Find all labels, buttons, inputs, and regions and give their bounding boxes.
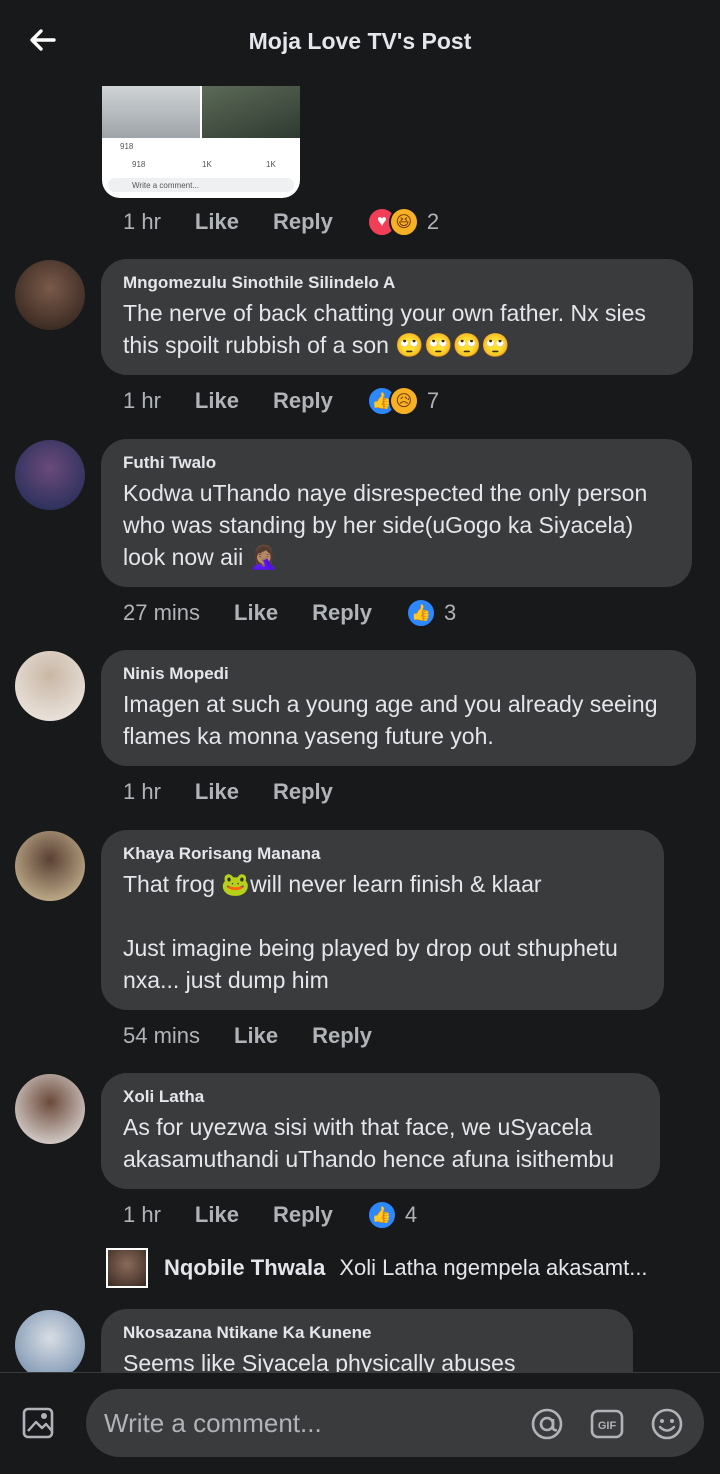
comment-actions: 1 hr Like Reply 👍 😥 7 xyxy=(123,385,439,417)
like-button[interactable]: Like xyxy=(195,209,239,235)
comment-time: 1 hr xyxy=(123,388,161,413)
svg-text:GIF: GIF xyxy=(598,1420,617,1432)
like-reaction-icon: 👍 xyxy=(406,598,436,628)
comment-text: Seems like Siyacela physically abuses xyxy=(123,1350,516,1372)
comment-actions: 27 mins Like Reply 👍 3 xyxy=(123,597,456,629)
gif-icon[interactable]: GIF xyxy=(590,1407,624,1441)
comment-actions: 1 hr Like Reply 👍 4 xyxy=(123,1199,417,1231)
reply-button[interactable]: Reply xyxy=(312,600,372,626)
avatar[interactable] xyxy=(15,1310,85,1372)
avatar[interactable] xyxy=(15,260,85,330)
attachment-photo-left xyxy=(102,86,200,138)
like-button[interactable]: Like xyxy=(195,1202,239,1228)
comment-time: 1 hr xyxy=(123,779,161,804)
reply-preview[interactable]: Nqobile Thwala Xoli Latha ngempela akasa… xyxy=(106,1248,648,1288)
reaction-count: 3 xyxy=(444,600,457,625)
comments-feed[interactable]: 918 918 1K 1K Write a comment... 1 hr Li… xyxy=(0,80,720,1372)
reaction-summary[interactable]: 👍 4 xyxy=(366,1200,418,1230)
reply-button[interactable]: Reply xyxy=(273,209,333,235)
comment-actions: 1 hr Like Reply ♥ 😆 2 xyxy=(123,206,439,238)
photo-icon[interactable] xyxy=(20,1403,60,1443)
avatar[interactable] xyxy=(15,1074,85,1144)
comment-actions: 54 mins Like Reply xyxy=(123,1020,372,1052)
attachment-comment-count: 1K xyxy=(202,160,212,169)
top-bar: Moja Love TV's Post xyxy=(0,0,720,80)
reaction-summary[interactable]: 👍 3 xyxy=(406,598,456,628)
comment-bubble: Mngomezulu Sinothile Silindelo A The ner… xyxy=(101,259,693,375)
attachment-like-count: 918 xyxy=(132,160,146,169)
comment-composer: GIF xyxy=(0,1372,720,1474)
reply-button[interactable]: Reply xyxy=(273,1202,333,1228)
like-button[interactable]: Like xyxy=(234,600,278,626)
commenter-name[interactable]: Ninis Mopedi xyxy=(123,664,674,684)
commenter-name[interactable]: Khaya Rorisang Manana xyxy=(123,844,642,864)
commenter-name[interactable]: Nkosazana Ntikane Ka Kunene xyxy=(123,1323,611,1343)
emoji-icon[interactable] xyxy=(650,1407,684,1441)
like-reaction-icon: 👍 xyxy=(366,1200,397,1230)
like-button[interactable]: Like xyxy=(195,388,239,414)
commenter-name[interactable]: Futhi Twalo xyxy=(123,453,670,473)
comment-time: 1 hr xyxy=(123,1202,161,1227)
avatar[interactable] xyxy=(15,831,85,901)
avatar xyxy=(106,1248,148,1288)
attachment-write-comment: Write a comment... xyxy=(132,181,199,190)
like-button[interactable]: Like xyxy=(195,779,239,805)
reply-snippet: Xoli Latha ngempela akasamt... xyxy=(339,1255,648,1280)
mention-icon[interactable] xyxy=(530,1407,564,1441)
comment-actions: 1 hr Like Reply xyxy=(123,776,333,808)
reaction-summary[interactable]: ♥ 😆 2 xyxy=(366,207,440,237)
reaction-count: 7 xyxy=(426,388,440,413)
avatar[interactable] xyxy=(15,440,85,510)
comment-bubble: Xoli Latha As for uyezwa sisi with that … xyxy=(101,1073,660,1189)
attachment-photo-right xyxy=(202,86,300,138)
comment-bubble: Nkosazana Ntikane Ka Kunene Seems like S… xyxy=(101,1309,633,1372)
comment-text: The nerve of back chatting your own fath… xyxy=(123,300,646,358)
comment-text: Imagen at such a young age and you alrea… xyxy=(123,691,658,749)
comment-time: 54 mins xyxy=(123,1023,201,1048)
comment-time: 1 hr xyxy=(123,209,161,234)
comment-text: That frog 🐸will never learn finish & kla… xyxy=(123,871,618,993)
page-title: Moja Love TV's Post xyxy=(248,28,472,54)
comment-bubble: Futhi Twalo Kodwa uThando naye disrespec… xyxy=(101,439,692,587)
comment-bubble: Khaya Rorisang Manana That frog 🐸will ne… xyxy=(101,830,664,1010)
avatar[interactable] xyxy=(15,651,85,721)
sad-reaction-icon: 😥 xyxy=(388,386,419,416)
attachment-share-count: 1K xyxy=(266,160,276,169)
comment-bubble: Ninis Mopedi Imagen at such a young age … xyxy=(101,650,696,766)
comment-time: 27 mins xyxy=(123,600,201,625)
reaction-count: 2 xyxy=(426,209,440,234)
reaction-summary[interactable]: 👍 😥 7 xyxy=(366,386,440,416)
reply-author-name: Nqobile Thwala xyxy=(164,1255,326,1280)
reply-button[interactable]: Reply xyxy=(312,1023,372,1049)
haha-reaction-icon: 😆 xyxy=(388,207,419,237)
comment-text: Kodwa uThando naye disrespected the only… xyxy=(123,480,648,570)
reply-button[interactable]: Reply xyxy=(273,779,333,805)
reaction-count: 4 xyxy=(404,1202,418,1227)
reply-button[interactable]: Reply xyxy=(273,388,333,414)
commenter-name[interactable]: Xoli Latha xyxy=(123,1087,638,1107)
attachment-reaction-count: 918 xyxy=(120,142,134,151)
commenter-name[interactable]: Mngomezulu Sinothile Silindelo A xyxy=(123,273,671,293)
comment-image-attachment[interactable]: 918 918 1K 1K Write a comment... xyxy=(102,86,300,198)
like-button[interactable]: Like xyxy=(234,1023,278,1049)
comment-text: As for uyezwa sisi with that face, we uS… xyxy=(123,1114,615,1172)
